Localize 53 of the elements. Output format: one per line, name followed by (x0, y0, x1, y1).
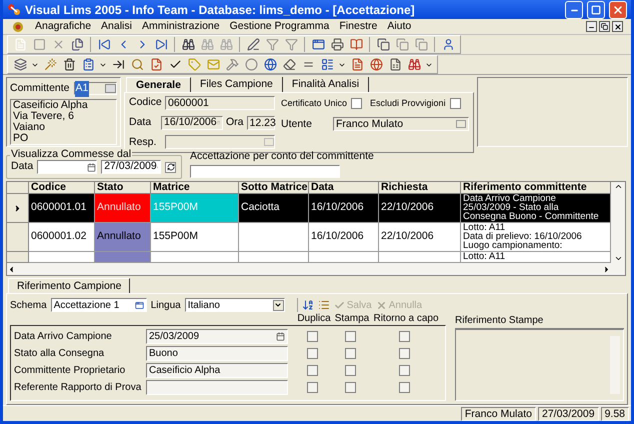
field-label: Stato alla Consegna (14, 347, 106, 361)
status-cell: Annullato (95, 223, 151, 252)
tab[interactable]: Generale (126, 77, 191, 92)
field-label: Utente (281, 116, 313, 132)
date-to-field[interactable]: 27/03/2009 (101, 160, 162, 174)
menu-item[interactable]: Analisi (101, 18, 132, 34)
menu-item[interactable]: Anagrafiche (35, 18, 92, 34)
field-label: Committente Proprietario (14, 364, 126, 378)
field-label: Schema (10, 298, 47, 312)
status-cell: Annullato (95, 194, 151, 223)
status-text: 9.58 (600, 406, 629, 420)
address-text: Caseificio Alpha Via Tevere, 6 Vaiano PO (10, 98, 117, 145)
menu-item[interactable]: Amministrazione (142, 18, 220, 34)
field-label: Lingua (150, 298, 181, 312)
tab[interactable]: Riferimento Campione (8, 278, 130, 293)
schema-field[interactable]: Accettazione 1 (50, 298, 147, 312)
field-label: Accettazione per conto del committente (190, 149, 374, 164)
table-row[interactable]: 0600001.01 Annullato 155P00M Caciotta 16/10/2006 22/10/2006 Data Arrivo Campione 25/03/2009 - Stato alla Consegna Buono - Committente (7, 194, 611, 223)
checkbox-label: Escludi Provvigioni (370, 97, 446, 110)
field-label: Codice (129, 95, 161, 110)
menu-item[interactable]: Gestione Programma (230, 18, 330, 34)
lingua-dropdown[interactable]: Italiano (184, 298, 285, 312)
group-title: Visualizza Commesse dal (10, 149, 132, 160)
value-field[interactable]: Caseificio Alpha (146, 363, 288, 378)
field-label: Ora (226, 114, 244, 130)
field-label: Data Arrivo Campione (14, 330, 113, 344)
column-label: Stampa (334, 313, 370, 325)
menu-item[interactable]: Finestre (339, 18, 378, 34)
value-field[interactable]: Buono (146, 346, 288, 361)
table-row[interactable]: 0600001.02 Annullato 155P00M 16/10/2006 22/10/2006 Lotto: A11 Data di prelievo: 16/10/2006 Luogo campionamento: (7, 223, 611, 252)
utente-field[interactable]: Franco Mulato (333, 117, 469, 132)
date-field[interactable]: 16/10/2006 (161, 116, 223, 130)
status-text: Franco Mulato (460, 406, 536, 420)
table-row[interactable]: Lotto: A11 (7, 252, 611, 263)
tab[interactable]: Files Campione (190, 77, 283, 92)
field-label: Referente Rapporto di Prova (14, 381, 142, 395)
tab[interactable]: Finalità Analisi (282, 77, 370, 92)
column-label: Duplica (296, 313, 332, 325)
field-label: Data (129, 114, 152, 130)
time-field: 12.23 (246, 116, 275, 130)
menu-item[interactable]: Aiuto (387, 18, 412, 34)
column-label: Ritorno a capo (372, 313, 440, 325)
codice-field: 0600001 (165, 96, 275, 110)
field-value: A1 (74, 81, 90, 97)
field-label: Data (11, 159, 34, 174)
status-text: 27/03/2009 (538, 406, 599, 420)
table-cell: 155P00M (151, 194, 239, 223)
field-label: Resp. (129, 134, 158, 149)
window-title: Visual Lims 2005 - Info Team - Database: lims_demo - [Accettazione] (25, 2, 416, 18)
field-label: Committente (10, 81, 70, 96)
checkbox-label: Certificato Unico (281, 97, 348, 110)
value-field[interactable]: 25/03/2009 (146, 329, 288, 344)
committente-field[interactable]: A1 (74, 82, 117, 96)
